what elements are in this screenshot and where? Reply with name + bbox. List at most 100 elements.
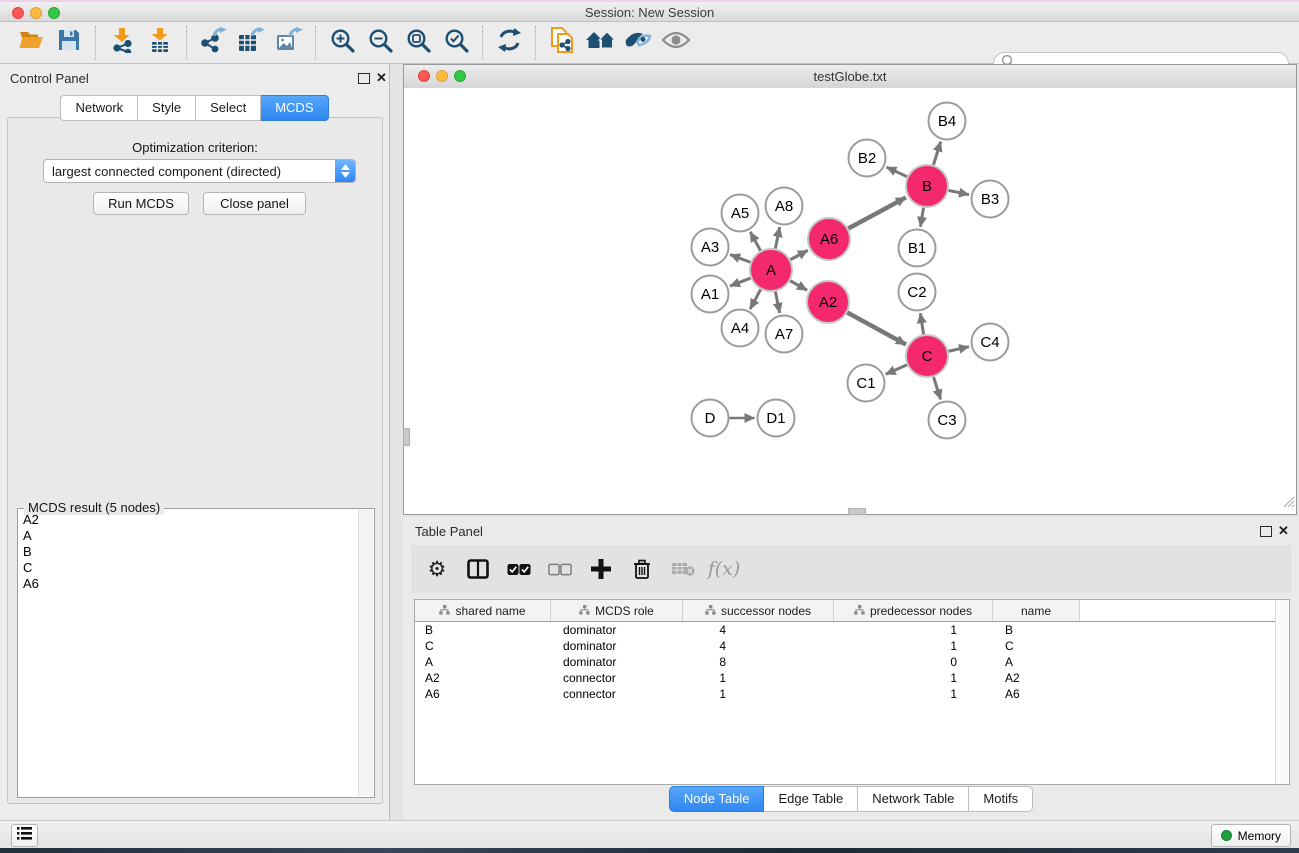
clone-network-button[interactable] — [543, 26, 581, 60]
table-cell[interactable]: 1 — [683, 687, 834, 701]
edge-C-C1[interactable] — [886, 365, 907, 374]
import-network-button[interactable] — [103, 26, 141, 60]
node-B[interactable]: B — [906, 165, 948, 207]
close-panel-icon[interactable]: ✕ — [376, 70, 387, 86]
table-row[interactable]: Bdominator41B — [415, 622, 1289, 638]
function-builder-icon[interactable]: f(x) — [712, 557, 736, 581]
node-B2[interactable]: B2 — [849, 140, 886, 177]
node-C4[interactable]: C4 — [972, 324, 1009, 361]
edge-B-B4[interactable] — [933, 142, 940, 165]
add-column-icon[interactable] — [589, 557, 613, 581]
open-file-button[interactable] — [12, 26, 50, 60]
tab-node-table[interactable]: Node Table — [669, 786, 765, 812]
export-image-button[interactable] — [270, 26, 308, 60]
table-cell[interactable]: 1 — [834, 671, 993, 685]
edge-A-A2[interactable] — [790, 281, 807, 290]
column-header-name[interactable]: name — [993, 600, 1080, 621]
node-A5[interactable]: A5 — [722, 195, 759, 232]
table-scrollbar[interactable] — [1275, 600, 1289, 784]
export-network-button[interactable] — [194, 26, 232, 60]
column-header-MCDS-role[interactable]: MCDS role — [551, 600, 683, 621]
close-panel-icon[interactable]: ✕ — [1278, 523, 1289, 539]
table-cell[interactable]: A — [993, 655, 1080, 669]
zoom-in-button[interactable] — [323, 26, 361, 60]
table-cell[interactable]: B — [415, 623, 551, 637]
refresh-button[interactable] — [490, 26, 528, 60]
node-B1[interactable]: B1 — [899, 230, 936, 267]
column-header-predecessor-nodes[interactable]: predecessor nodes — [834, 600, 993, 621]
node-B4[interactable]: B4 — [929, 103, 966, 140]
import-table-button[interactable] — [141, 26, 179, 60]
table-cell[interactable]: connector — [551, 671, 683, 685]
tab-motifs[interactable]: Motifs — [969, 786, 1033, 812]
edge-B-B1[interactable] — [920, 208, 923, 227]
edge-B-B3[interactable] — [949, 190, 969, 194]
paintbrush-eye-button[interactable] — [619, 26, 657, 60]
edge-C-C2[interactable] — [920, 313, 923, 334]
node-table[interactable]: shared nameMCDS rolesuccessor nodesprede… — [414, 599, 1290, 785]
table-cell[interactable]: A6 — [993, 687, 1080, 701]
node-D1[interactable]: D1 — [758, 400, 795, 437]
split-columns-icon[interactable] — [466, 557, 490, 581]
edge-A-A4[interactable] — [750, 289, 760, 309]
node-A7[interactable]: A7 — [766, 316, 803, 353]
column-header-successor-nodes[interactable]: successor nodes — [683, 600, 834, 621]
table-cell[interactable]: 1 — [834, 639, 993, 653]
zoom-out-button[interactable] — [361, 26, 399, 60]
node-D[interactable]: D — [692, 400, 729, 437]
tab-style[interactable]: Style — [138, 95, 196, 121]
table-row[interactable]: Adominator80A — [415, 654, 1289, 670]
edge-A-A8[interactable] — [775, 227, 779, 248]
network-graph[interactable]: AA1A2A3A4A5A6A7A8BB1B2B3B4CC1C2C3C4DD1 — [404, 88, 1296, 514]
criterion-select[interactable]: largest connected component (directed) — [43, 159, 356, 183]
node-A4[interactable]: A4 — [722, 310, 759, 347]
table-cell[interactable]: 1 — [834, 687, 993, 701]
table-cell[interactable]: A6 — [415, 687, 551, 701]
table-cell[interactable]: 8 — [683, 655, 834, 669]
tab-edge-table[interactable]: Edge Table — [764, 786, 858, 812]
result-item[interactable]: A6 — [19, 576, 359, 592]
resize-grip-icon[interactable] — [1282, 495, 1295, 513]
result-item[interactable]: C — [19, 560, 359, 576]
settings-gear-icon[interactable]: ⚙ — [425, 557, 449, 581]
node-A3[interactable]: A3 — [692, 229, 729, 266]
table-cell[interactable]: A2 — [415, 671, 551, 685]
delete-column-icon[interactable] — [630, 557, 654, 581]
zoom-fit-button[interactable] — [399, 26, 437, 60]
node-A6[interactable]: A6 — [808, 218, 850, 260]
edge-C-C3[interactable] — [934, 377, 941, 399]
table-row[interactable]: A2connector11A2 — [415, 670, 1289, 686]
node-A8[interactable]: A8 — [766, 188, 803, 225]
node-C3[interactable]: C3 — [929, 402, 966, 439]
table-cell[interactable]: B — [993, 623, 1080, 637]
table-row[interactable]: Cdominator41C — [415, 638, 1289, 654]
network-window-titlebar[interactable]: testGlobe.txt — [404, 65, 1296, 89]
tab-select[interactable]: Select — [196, 95, 261, 121]
mcds-result-list[interactable]: A2ABCA6 — [19, 512, 359, 796]
zoom-selected-button[interactable] — [437, 26, 475, 60]
deselect-all-icon[interactable] — [548, 557, 572, 581]
table-cell[interactable]: A — [415, 655, 551, 669]
edge-A6-B[interactable] — [848, 197, 906, 228]
float-panel-icon[interactable] — [358, 73, 370, 84]
table-cell[interactable]: 4 — [683, 639, 834, 653]
table-row[interactable]: A6connector11A6 — [415, 686, 1289, 702]
tab-network-table[interactable]: Network Table — [858, 786, 969, 812]
result-item[interactable]: A2 — [19, 512, 359, 528]
node-B3[interactable]: B3 — [972, 181, 1009, 218]
table-cell[interactable]: 4 — [683, 623, 834, 637]
frame-bottom-grip[interactable] — [848, 508, 866, 515]
result-scrollbar[interactable] — [358, 510, 373, 796]
close-panel-button[interactable]: Close panel — [203, 192, 306, 215]
edge-A-A1[interactable] — [730, 278, 751, 286]
double-home-button[interactable] — [581, 26, 619, 60]
table-cell[interactable]: 0 — [834, 655, 993, 669]
edge-A-A6[interactable] — [790, 250, 807, 259]
edge-A-A5[interactable] — [750, 232, 760, 251]
edge-A-A7[interactable] — [775, 292, 779, 313]
table-cell[interactable]: 1 — [683, 671, 834, 685]
network-canvas[interactable]: AA1A2A3A4A5A6A7A8BB1B2B3B4CC1C2C3C4DD1 — [404, 88, 1296, 514]
table-cell[interactable]: 1 — [834, 623, 993, 637]
tab-mcds[interactable]: MCDS — [261, 95, 328, 121]
table-cell[interactable]: A2 — [993, 671, 1080, 685]
